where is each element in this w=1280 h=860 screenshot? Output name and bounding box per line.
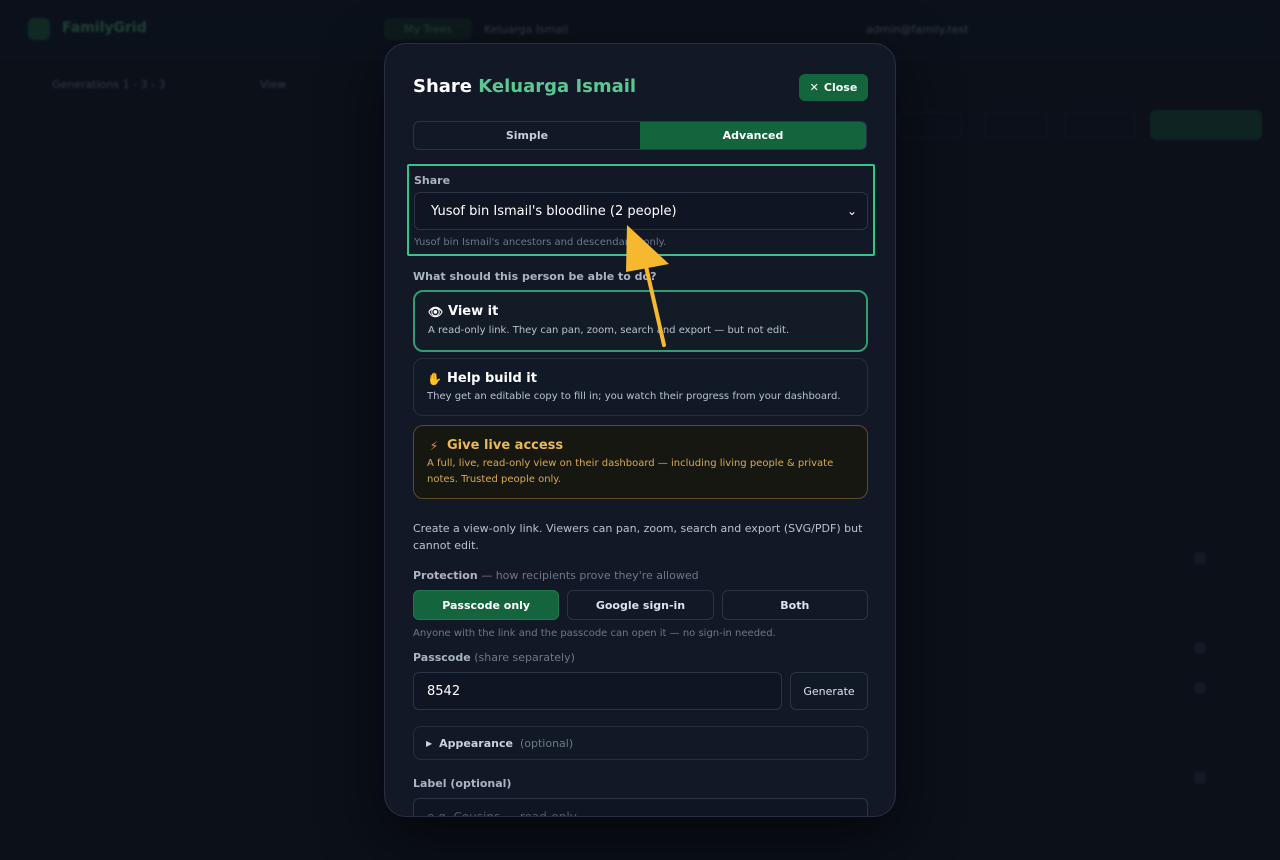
protection-google-button[interactable]: Google sign-in	[567, 590, 714, 620]
option-desc: A read-only link. They can pan, zoom, se…	[428, 325, 790, 336]
mode-description: Create a view-only link. Viewers can pan…	[413, 522, 863, 552]
protection-hint: — how recipients prove they're allowed	[481, 569, 699, 582]
bg-button	[984, 112, 1048, 138]
label-field-label: Label (optional)	[413, 777, 512, 790]
chevron-down-icon: ⌄	[846, 204, 857, 218]
share-scope-help: Yusof bin Ismail's ancestors and descend…	[414, 237, 667, 248]
modal-title-tree: Keluarga Ismail	[478, 76, 637, 97]
bg-button	[1064, 112, 1136, 138]
appearance-label: Appearance	[439, 736, 513, 750]
protection-help: Anyone with the link and the passcode ca…	[413, 628, 776, 639]
protection-title: Protection	[413, 569, 478, 582]
mode-tabs: Simple Advanced	[413, 121, 867, 150]
bg-node	[1194, 772, 1206, 784]
bg-toolbar-item: Generations 1 - 3 - 3	[52, 78, 166, 91]
passcode-hint: (share separately)	[474, 651, 575, 664]
bg-tree-name: Keluarga Ismail	[484, 23, 569, 36]
bg-node	[1194, 642, 1206, 654]
label-input[interactable]	[413, 798, 868, 816]
appearance-toggle[interactable]: ▶ Appearance (optional)	[413, 726, 868, 760]
protection-both-button[interactable]: Both	[721, 590, 868, 620]
tab-simple[interactable]: Simple	[414, 122, 640, 149]
modal-header: Share Keluarga Ismail ✕ Close	[413, 74, 868, 104]
hand-icon: ✋	[427, 371, 442, 386]
triangle-right-icon: ▶	[426, 738, 433, 748]
passcode-label: Passcode (share separately)	[413, 651, 575, 664]
bg-user: admin@family.test	[866, 23, 969, 36]
share-scope-value: Yusof bin Ismail's bloodline (2 people)	[431, 203, 677, 219]
bg-add-button	[1150, 110, 1262, 140]
lightning-icon: ⚡	[429, 438, 439, 453]
option-title: Give live access	[447, 438, 564, 453]
bg-brand: FamilyGrid	[62, 20, 147, 36]
passcode-title: Passcode	[413, 651, 471, 664]
protection-options: Passcode only Google sign-in Both	[413, 590, 868, 620]
option-title: View it	[448, 304, 499, 319]
option-help-build[interactable]: ✋ Help build it They get an editable copy…	[413, 358, 868, 416]
passcode-input[interactable]	[413, 672, 782, 710]
option-desc: They get an editable copy to fill in; yo…	[427, 391, 841, 402]
protection-passcode-button[interactable]: Passcode only	[413, 590, 560, 620]
tab-advanced[interactable]: Advanced	[640, 122, 866, 149]
permission-question: What should this person be able to do?	[413, 270, 657, 283]
eye-icon: 👁	[428, 304, 444, 319]
option-desc: A full, live, read-only view on their da…	[427, 458, 834, 485]
close-button[interactable]: ✕ Close	[799, 74, 868, 101]
bg-toolbar-item: View	[260, 78, 287, 91]
option-view-it[interactable]: 👁 View it A read-only link. They can pan,…	[413, 290, 868, 352]
share-modal: Share Keluarga Ismail ✕ Close Simple Adv…	[384, 43, 896, 817]
option-live-access[interactable]: ⚡ Give live access A full, live, read-onl…	[413, 425, 868, 499]
appearance-hint: (optional)	[519, 736, 574, 750]
bg-pill-label: My Trees	[404, 23, 453, 36]
generate-button[interactable]: Generate	[790, 672, 868, 710]
option-title: Help build it	[447, 371, 537, 386]
protection-label: Protection — how recipients prove they'r…	[413, 569, 699, 582]
share-scope-select[interactable]: Yusof bin Ismail's bloodline (2 people) …	[414, 192, 868, 230]
share-label: Share	[414, 174, 451, 187]
share-scope-section: Share Yusof bin Ismail's bloodline (2 pe…	[407, 164, 875, 256]
close-icon: ✕	[809, 81, 819, 94]
bg-logo-icon	[28, 18, 50, 40]
modal-title-prefix: Share	[413, 76, 473, 97]
bg-button	[898, 112, 962, 138]
bg-node	[1194, 552, 1206, 564]
close-label: Close	[823, 81, 858, 94]
bg-node	[1194, 682, 1206, 694]
